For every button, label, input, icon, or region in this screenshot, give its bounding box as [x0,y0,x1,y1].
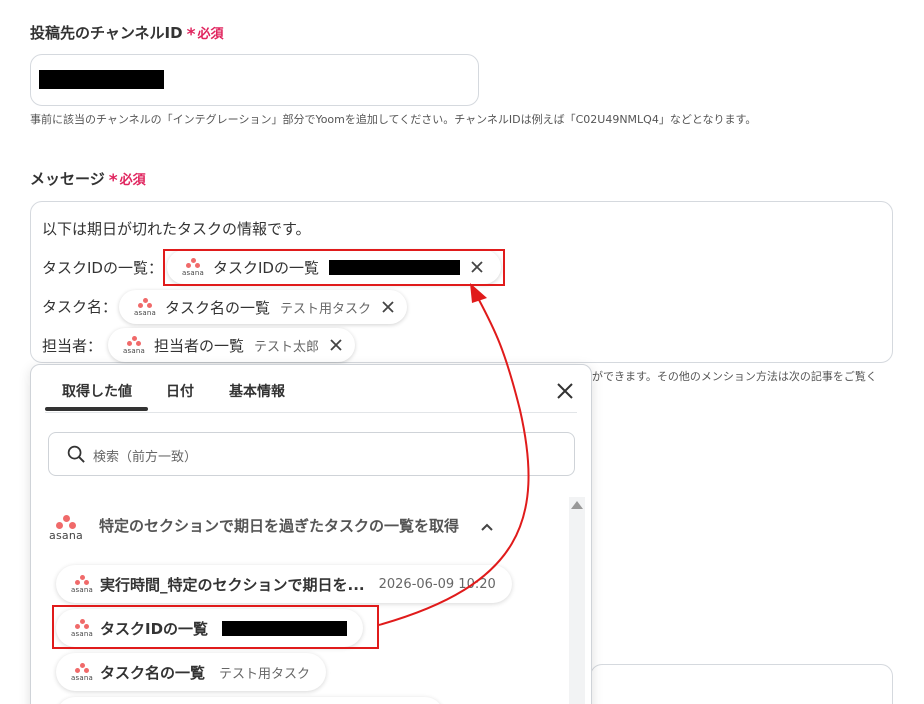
asana-logo-icon: asana [48,515,84,542]
variable-chip-task-name[interactable]: asana タスク名の一覧 テスト用タスク [119,290,408,324]
required-badge: * 必須 [108,171,146,191]
tab-divider [45,412,577,413]
asana-logo-icon: asana [70,662,94,682]
value-item[interactable] [56,697,444,704]
asana-logo-icon: asana [122,335,146,355]
message-intro: 以下は期日が切れたタスクの情報です。 [42,220,311,238]
search-icon [67,445,85,463]
search-input[interactable]: 検索（前方一致） [48,432,575,476]
scroll-up-icon[interactable] [571,501,583,509]
channel-id-help: 事前に該当のチャンネルの「インテグレーション」部分でYoomを追加してください。… [30,113,757,126]
message-row-prefix: 担当者： [42,337,103,355]
message-label: メッセージ * 必須 [30,170,146,191]
redacted-value [39,70,164,89]
value-item[interactable]: asana 実行時間_特定のセクションで期日を... 2026-06-09 10… [56,565,512,603]
message-help-tail: ができます。その他のメンション方法は次の記事をご覧く [592,370,877,383]
asana-logo-icon: asana [70,574,94,594]
next-field-box[interactable] [590,664,893,704]
group-title: 特定のセクションで期日を過ぎたタスクの一覧を取得 [99,517,460,535]
close-icon[interactable] [381,300,395,314]
scrollbar[interactable] [569,497,585,704]
required-badge: * 必須 [186,25,224,45]
close-icon[interactable] [556,382,574,400]
tab-date[interactable]: 日付 [166,381,194,401]
channel-id-label: 投稿先のチャンネルID * 必須 [30,24,224,45]
value-picker-panel: 取得した値 日付 基本情報 検索（前方一致） asana 特定のセクションで期日… [30,364,592,704]
annotation-box-panel-item [52,605,379,649]
tab-acquired-values[interactable]: 取得した値 [62,381,132,401]
asana-logo-icon: asana [133,297,157,317]
annotation-box-message-chip [163,249,505,286]
tab-basic-info[interactable]: 基本情報 [229,381,285,401]
search-placeholder: 検索（前方一致） [93,450,198,465]
message-row-prefix: タスク名： [42,298,118,316]
active-tab-indicator [45,407,148,411]
message-row-prefix: タスクIDの一覧： [42,259,163,277]
chevron-up-icon[interactable] [480,520,494,534]
variable-chip-assignee[interactable]: asana 担当者の一覧 テスト太郎 [108,328,356,362]
value-item[interactable]: asana タスク名の一覧 テスト用タスク [56,653,327,691]
channel-id-input[interactable] [30,54,479,106]
close-icon[interactable] [329,338,343,352]
